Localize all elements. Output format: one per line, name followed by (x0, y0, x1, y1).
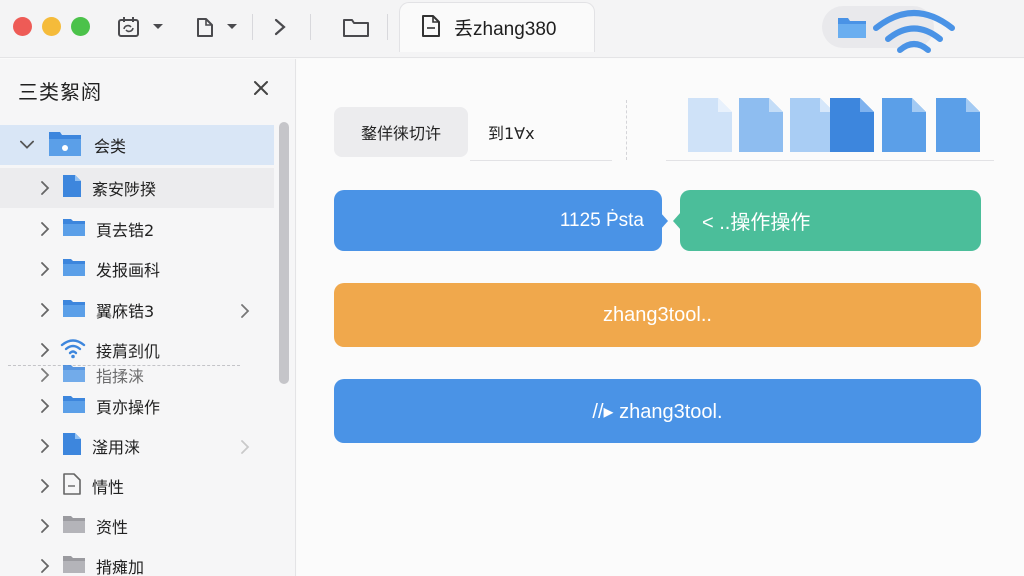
vertical-divider (626, 100, 627, 160)
file-icon-1[interactable] (686, 96, 734, 154)
toolbar-divider (252, 14, 253, 40)
sidebar-item-label: 资性 (96, 518, 129, 537)
close-icon[interactable] (250, 77, 272, 99)
sidebar-item-11[interactable]: 揹瘫加 (0, 546, 274, 576)
folder-gray-icon (62, 514, 86, 538)
sidebar-item-2[interactable]: 頁去锆2 (0, 209, 274, 249)
sidebar-item-10[interactable]: 资性 (0, 506, 274, 546)
forward-chevron-icon[interactable] (266, 12, 294, 42)
file-icon-2[interactable] (737, 96, 785, 154)
action-bar-blue-wide[interactable]: //▸ zhang3tool. (334, 379, 981, 443)
minimize-window-button[interactable] (42, 17, 61, 36)
chevron-right-icon[interactable] (38, 181, 52, 195)
submenu-chevron-icon[interactable] (240, 303, 250, 322)
tab-title: 丢zhang380 (454, 19, 557, 40)
segment-button[interactable]: 鍪佯徕切许 (334, 107, 468, 157)
sidebar-item-8[interactable]: 滏用涞 (0, 426, 274, 466)
chevron-right-icon[interactable] (38, 559, 52, 573)
sidebar-item-label: 揹瘫加 (96, 558, 145, 576)
sync-calendar-icon[interactable] (112, 12, 146, 42)
submenu-chevron-icon[interactable] (240, 439, 250, 458)
connector-arrow-icon (660, 212, 668, 230)
folder-icon (62, 298, 86, 322)
chevron-right-icon[interactable] (38, 303, 52, 317)
app-window: 丢zhang380 三类絮阏 会类 紊安陟揆 頁去锆2 发报画科 翼庥锆3 接菺… (0, 0, 1024, 576)
sidebar-item-label: 情性 (92, 478, 125, 497)
sidebar-item-label: 发报画科 (96, 261, 161, 280)
chevron-right-icon[interactable] (38, 479, 52, 493)
files-underline (666, 160, 994, 161)
document-icon (62, 432, 82, 460)
new-document-icon[interactable] (190, 12, 220, 42)
document-icon (420, 13, 442, 43)
folder-icon (48, 129, 82, 161)
document-icon (62, 174, 82, 202)
chevron-right-icon[interactable] (38, 519, 52, 533)
sidebar-item-label: 頁去锆2 (96, 221, 155, 240)
sidebar-item-label: 紊安陟揆 (92, 180, 157, 199)
toolbar-divider-3 (387, 14, 388, 40)
chevron-right-icon[interactable] (38, 262, 52, 276)
segment-option[interactable]: 到1∀x (488, 120, 535, 144)
chevron-right-icon[interactable] (38, 399, 52, 413)
sidebar-item-1[interactable]: 紊安陟揆 (0, 168, 274, 208)
sidebar-item-label: 指揉涞 (96, 367, 145, 386)
folder-outline-icon[interactable] (340, 12, 372, 42)
sidebar-item-4[interactable]: 翼庥锆3 (0, 290, 274, 330)
sidebar-item-label: 頁亦操作 (96, 398, 161, 417)
action-bar-label: zhang3tool.. (603, 303, 712, 326)
sidebar-item-7[interactable]: 頁亦操作 (0, 386, 274, 426)
action-bar-label: < ..操作操作 (702, 212, 811, 234)
action-bar-orange[interactable]: zhang3tool.. (334, 283, 981, 347)
sidebar-item-label: 翼庥锆3 (96, 302, 155, 321)
chevron-right-icon[interactable] (38, 222, 52, 236)
file-icon-4[interactable] (828, 96, 876, 154)
sidebar-item-0[interactable]: 会类 (0, 125, 274, 165)
chevron-down-icon[interactable] (148, 12, 168, 42)
sidebar-header: 三类絮阏 (0, 59, 296, 119)
sidebar-item-3[interactable]: 发报画科 (0, 249, 274, 289)
file-icon-6[interactable] (934, 96, 982, 154)
file-icon-5[interactable] (880, 96, 928, 154)
active-tab[interactable]: 丢zhang380 (399, 2, 595, 52)
chevron-down-icon[interactable] (20, 138, 34, 152)
toolbar-divider-2 (310, 14, 311, 40)
folder-icon (62, 257, 86, 281)
segment-underline (470, 160, 612, 161)
sidebar-title: 三类絮阏 (18, 80, 102, 104)
action-bar-label: //▸ zhang3tool. (592, 400, 723, 423)
maximize-window-button[interactable] (71, 17, 90, 36)
sidebar-scrollbar[interactable] (279, 122, 289, 384)
sidebar-item-label: 会类 (94, 137, 127, 156)
sidebar-item-label: 滏用涞 (92, 438, 141, 457)
chevron-down-icon-2[interactable] (222, 12, 242, 42)
folder-icon (62, 217, 86, 241)
title-bar: 丢zhang380 (0, 0, 1024, 72)
chevron-right-icon[interactable] (38, 368, 52, 382)
folder-icon (837, 15, 867, 43)
action-bar-blue[interactable]: 1125 Ṗsta (334, 190, 662, 251)
action-bar-green[interactable]: < ..操作操作 (680, 190, 981, 251)
chevron-right-icon[interactable] (38, 439, 52, 453)
folder-icon (62, 363, 86, 387)
document-outline-icon (62, 472, 82, 500)
folder-gray-icon (62, 554, 86, 576)
folder-icon (62, 394, 86, 418)
sidebar-item-9[interactable]: 情性 (0, 466, 274, 506)
action-bar-label: 1125 Ṗsta (559, 209, 644, 231)
close-window-button[interactable] (13, 17, 32, 36)
